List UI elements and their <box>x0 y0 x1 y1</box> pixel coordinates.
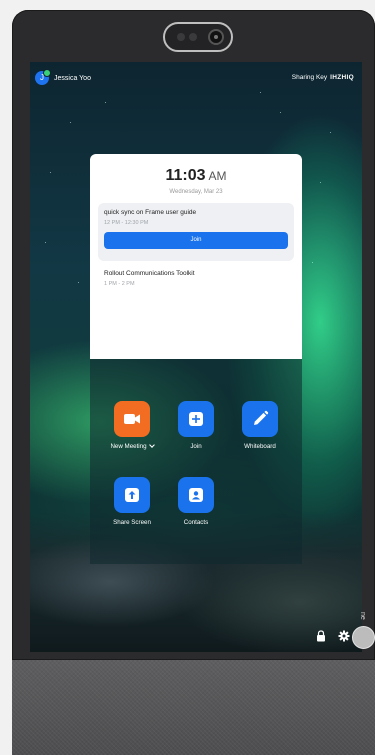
contacts-label: Contacts <box>183 519 209 526</box>
share-screen-label: Share Screen <box>113 519 151 526</box>
contacts-button[interactable] <box>178 477 214 513</box>
join-label: Join <box>190 443 202 450</box>
lock-icon[interactable] <box>316 630 326 642</box>
whiteboard-action[interactable]: Whiteboard <box>230 401 290 450</box>
plus-icon <box>189 412 203 426</box>
chevron-down-icon[interactable] <box>148 442 155 448</box>
user-name: Jessica Yoo <box>54 74 91 82</box>
screen: J Jessica Yoo Sharing Key IHZHIQ 11:03 AM … <box>30 62 362 652</box>
camera-lens-icon <box>208 29 224 45</box>
join-meeting-button[interactable]: Join <box>104 232 288 249</box>
share-up-icon <box>125 488 139 502</box>
sharing-key-value: IHZHIQ <box>330 74 354 81</box>
sharing-key: Sharing Key IHZHIQ <box>292 74 354 81</box>
side-label: ne <box>359 612 366 620</box>
gear-icon[interactable] <box>338 630 350 642</box>
clock-time: 11:03 <box>165 167 206 184</box>
avatar[interactable]: J <box>35 69 51 85</box>
clock-date: Wednesday, Mar 23 <box>169 189 223 195</box>
sharing-key-label: Sharing Key <box>291 74 328 81</box>
actions-panel: New Meeting Join Whiteboard Share Screen… <box>90 359 302 564</box>
share-screen-button[interactable] <box>114 477 150 513</box>
join-button[interactable] <box>178 401 214 437</box>
meeting-title: quick sync on Frame user guide <box>104 209 197 216</box>
video-camera-icon <box>124 414 140 424</box>
user-profile[interactable]: J Jessica Yoo <box>35 69 91 85</box>
pencil-icon <box>254 410 269 425</box>
presence-indicator <box>43 69 51 77</box>
new-meeting-action[interactable]: New Meeting <box>102 401 162 450</box>
meeting-item-upcoming[interactable]: quick sync on Frame user guide 12 PM - 1… <box>98 203 294 261</box>
new-meeting-button[interactable] <box>114 401 150 437</box>
home-button[interactable] <box>352 626 375 649</box>
meeting-item[interactable]: Rollout Communications Toolkit 1 PM - 2 … <box>104 270 288 287</box>
contact-icon <box>189 488 203 502</box>
calendar-card: 11:03 AM Wednesday, Mar 23 quick sync on … <box>90 154 302 359</box>
camera-sensor-dot <box>177 33 185 41</box>
join-action[interactable]: Join <box>166 401 226 450</box>
new-meeting-label: New Meeting <box>110 443 147 450</box>
share-screen-action[interactable]: Share Screen <box>102 477 162 526</box>
clock: 11:03 AM <box>90 167 302 185</box>
whiteboard-button[interactable] <box>242 401 278 437</box>
whiteboard-label: Whiteboard <box>244 443 276 450</box>
speaker-grille <box>12 660 375 755</box>
camera-sensor-dot <box>189 33 197 41</box>
meeting-time: 12 PM - 12:30 PM <box>104 220 149 226</box>
contacts-action[interactable]: Contacts <box>166 477 226 526</box>
clock-ampm: AM <box>208 169 227 183</box>
meeting-title: Rollout Communications Toolkit <box>104 270 195 277</box>
camera-module <box>163 22 233 52</box>
meeting-time: 1 PM - 2 PM <box>104 281 135 287</box>
